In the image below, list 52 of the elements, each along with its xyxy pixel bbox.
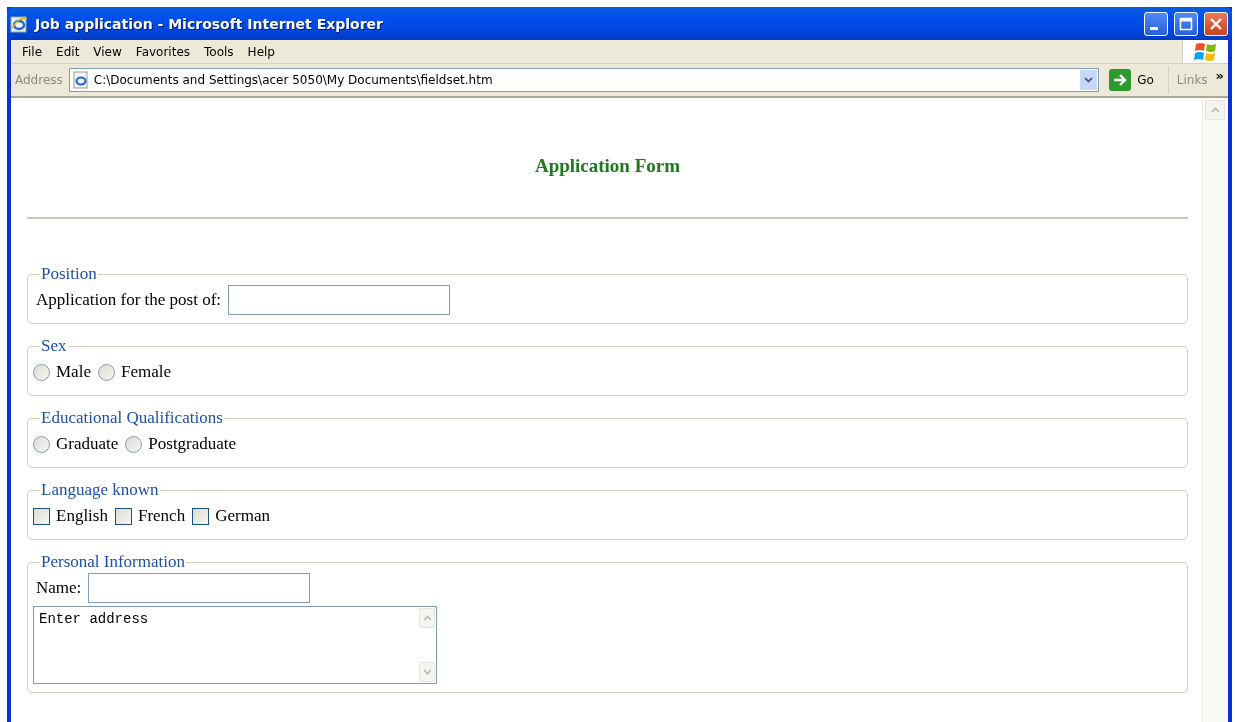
close-button[interactable] [1204, 11, 1228, 36]
page-heading: Application Form [533, 155, 682, 177]
radio-button[interactable] [33, 435, 50, 453]
menu-item[interactable]: Help [240, 42, 282, 61]
menu-item[interactable]: Tools [197, 42, 241, 61]
browser-icon [9, 13, 29, 34]
radio-label: Female [120, 362, 171, 382]
checkbox-label: French [137, 506, 186, 526]
text-field[interactable] [228, 285, 451, 315]
menu-item[interactable]: Favorites [128, 42, 198, 61]
page-icon [71, 71, 90, 89]
chevron-up-icon [1210, 107, 1220, 113]
address-label: Address [15, 73, 64, 87]
checkbox-label: German [215, 506, 270, 526]
menu-item[interactable]: File [15, 42, 50, 61]
flag-logo-icon [1192, 40, 1219, 63]
dropdown-button[interactable] [1080, 70, 1098, 90]
fieldset-legend: Educational Qualifications [40, 408, 224, 428]
go-button[interactable]: Go [1103, 66, 1169, 94]
radio-button[interactable] [125, 435, 143, 453]
checkbox[interactable] [33, 507, 50, 525]
fieldset-legend: Language known [40, 480, 160, 500]
radio-label: Male [56, 362, 91, 382]
radio-label: Graduate [56, 434, 119, 454]
scroll-up-button[interactable] [1205, 100, 1225, 120]
fieldset-legend: Sex [40, 336, 68, 356]
text-field[interactable] [88, 573, 311, 603]
radio-button[interactable] [97, 363, 115, 381]
scroll-down-icon [422, 669, 432, 675]
checkbox[interactable] [114, 507, 132, 525]
radio-button[interactable] [33, 363, 50, 381]
address-textarea[interactable]: Enter address [33, 606, 437, 684]
maximize-icon [1179, 16, 1193, 31]
chevron-down-icon [1084, 77, 1094, 83]
minimize-button[interactable] [1144, 11, 1168, 36]
radio-label: Postgraduate [148, 434, 237, 454]
menu-item[interactable]: View [86, 42, 129, 61]
maximize-button[interactable] [1174, 11, 1198, 36]
scroll-up-icon [422, 615, 432, 621]
arrow-right-icon [1109, 69, 1132, 91]
window-title: Job application - Microsoft Internet Explorer [35, 15, 384, 32]
fieldset-legend: Position [40, 264, 98, 284]
field-label: Application for the post of: [36, 290, 222, 310]
close-icon [1209, 16, 1223, 31]
field-label: Name: [36, 578, 82, 598]
more-chevron[interactable]: » [1215, 68, 1224, 83]
checkbox-label: English [56, 506, 108, 526]
checkbox[interactable] [192, 507, 210, 525]
address-field[interactable]: C:\Documents and Settings\acer 5050\My Documents\fieldset.htm [68, 68, 1100, 92]
minimize-icon [1150, 27, 1158, 30]
menu-item[interactable]: Edit [49, 42, 87, 61]
fieldset-legend: Personal Information [40, 552, 186, 572]
